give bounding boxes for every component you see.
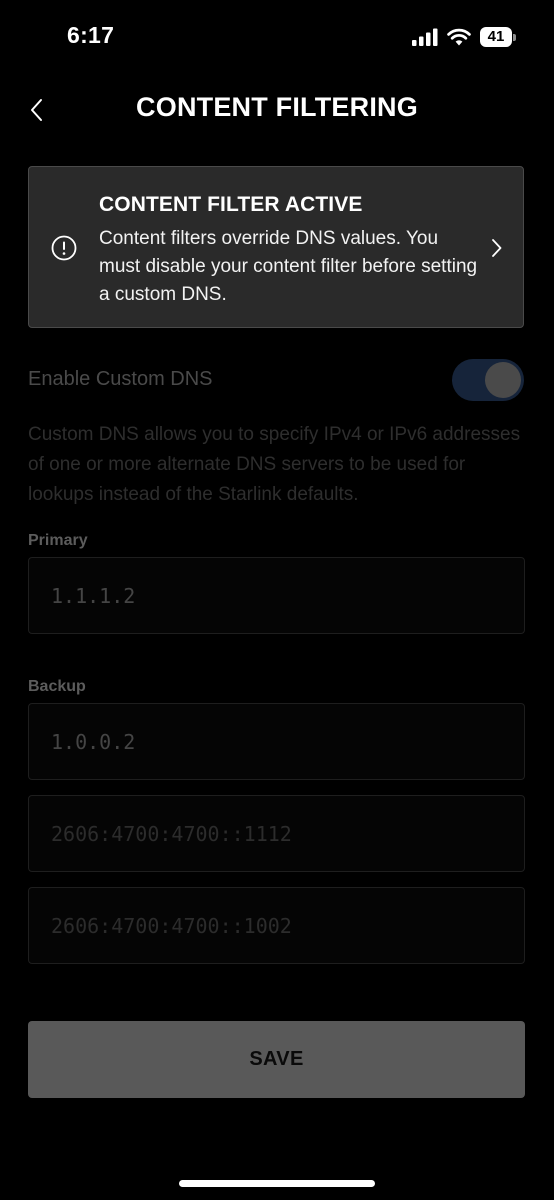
primary-dns-input[interactable] <box>28 557 525 634</box>
primary-label: Primary <box>28 532 88 549</box>
backup-label: Backup <box>28 678 86 695</box>
header: CONTENT FILTERING <box>0 82 554 138</box>
backup-dns-input-1[interactable] <box>28 703 525 780</box>
battery-icon: 41 <box>480 27 516 47</box>
status-time: 6:17 <box>67 22 115 48</box>
chevron-right-icon <box>492 239 502 257</box>
page-title: CONTENT FILTERING <box>136 92 418 122</box>
home-indicator[interactable] <box>179 1180 375 1187</box>
save-button[interactable]: SAVE <box>28 1021 525 1098</box>
info-circle-icon <box>51 235 77 261</box>
enable-custom-dns-label: Enable Custom DNS <box>28 368 213 390</box>
custom-dns-description: Custom DNS allows you to specify IPv4 or… <box>28 424 521 505</box>
content-filter-banner[interactable]: CONTENT FILTER ACTIVE Content filters ov… <box>28 166 524 328</box>
banner-text: Content filters override DNS values. You… <box>99 228 478 305</box>
battery-level: 41 <box>480 27 512 47</box>
wifi-icon <box>447 28 471 46</box>
status-bar: 6:17 41 <box>0 0 554 74</box>
battery-cap <box>513 33 516 41</box>
banner-title: CONTENT FILTER ACTIVE <box>99 193 363 216</box>
backup-dns-input-3[interactable] <box>28 887 525 964</box>
backup-dns-input-2[interactable] <box>28 795 525 872</box>
toggle-knob <box>485 362 521 398</box>
signal-icon <box>412 28 438 46</box>
enable-custom-dns-toggle[interactable] <box>452 359 524 401</box>
status-icons: 41 <box>412 26 516 48</box>
